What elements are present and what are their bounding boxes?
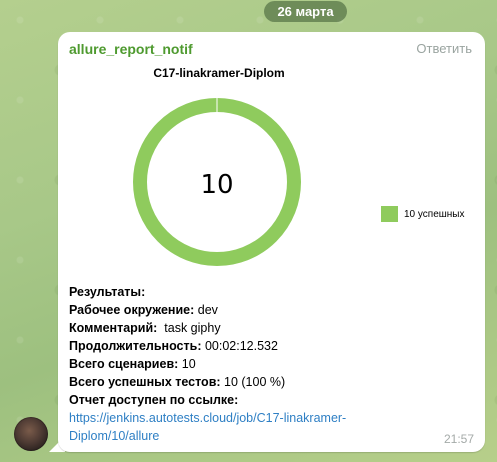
duration-line: Продолжительность: 00:02:12.532 bbox=[69, 339, 278, 353]
message-time: 21:57 bbox=[443, 432, 474, 446]
report-chart: C17-linakramer-Diplom 10 10 успешных bbox=[69, 66, 474, 281]
report-link-line2[interactable]: Diplom/10/allure bbox=[69, 427, 474, 445]
date-badge: 26 марта bbox=[264, 1, 347, 22]
legend-swatch bbox=[381, 206, 398, 222]
chart-legend: 10 успешных bbox=[381, 206, 465, 222]
report-link-line1[interactable]: https://jenkins.autotests.cloud/job/C17-… bbox=[69, 409, 474, 427]
legend-label: 10 успешных bbox=[404, 208, 465, 220]
sender-name[interactable]: allure_report_notif bbox=[69, 41, 193, 57]
chart-center-label: 10 bbox=[200, 170, 233, 200]
message-bubble[interactable]: allure_report_notif Ответить C17-linakra… bbox=[58, 32, 485, 452]
reply-button[interactable]: Ответить bbox=[416, 41, 472, 56]
scenarios-line: Всего сценариев: 10 bbox=[69, 357, 196, 371]
passed-tests-line: Всего успешных тестов: 10 (100 %) bbox=[69, 375, 286, 389]
results-line: Результаты: bbox=[69, 285, 146, 299]
comment-line: Комментарий: task giphy bbox=[69, 321, 221, 335]
report-link-caption: Отчет доступен по ссылке: bbox=[69, 393, 239, 407]
donut-chart: 10 bbox=[133, 98, 301, 266]
chart-title: C17-linakramer-Diplom bbox=[153, 66, 285, 80]
report-text: Результаты: Рабочее окружение: dev Комме… bbox=[69, 283, 474, 445]
sender-avatar[interactable] bbox=[14, 417, 48, 451]
environment-line: Рабочее окружение: dev bbox=[69, 303, 218, 317]
